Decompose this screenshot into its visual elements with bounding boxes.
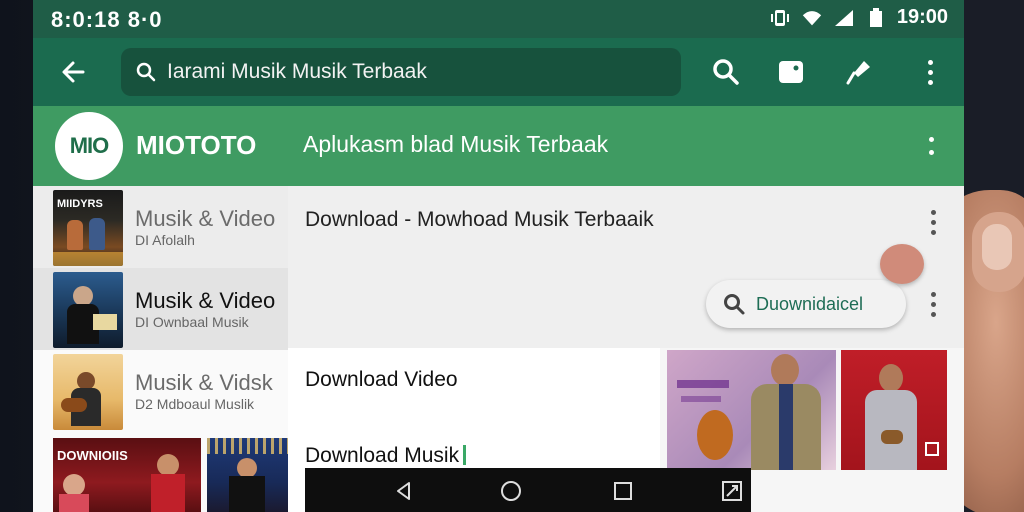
album-thumbnail [53, 354, 123, 430]
brand-tagline: Aplukasm blad Musik Terbaak [303, 131, 609, 157]
thumbnail-caption: MIIDYRS [57, 198, 103, 210]
album-thumbnail: MIIDYRS [53, 190, 123, 266]
list-item-title: Musik & Video [135, 288, 276, 313]
recents-square-icon [614, 482, 632, 500]
vibrate-icon [769, 7, 791, 29]
content-menu-button[interactable] [923, 208, 943, 236]
download-video-label: Download Video [305, 368, 458, 391]
system-nav-bar [305, 468, 751, 512]
list-item-title: Musik & Vidsk [135, 370, 273, 395]
sidebar-list: MIIDYRS Musik & Video DI Afolalh Musik &… [33, 186, 289, 512]
nav-recents-button[interactable] [608, 476, 638, 506]
home-circle-icon [501, 481, 521, 501]
download-video-option[interactable]: Download Video [305, 368, 458, 392]
folder-icon [779, 61, 803, 83]
battery-icon [865, 7, 887, 29]
wifi-icon [801, 7, 823, 29]
logo-text: MIO [69, 133, 110, 158]
content-top: Download - Mowhoad Musik Terbaaik Duowni… [288, 186, 964, 348]
brand-menu-button[interactable] [919, 130, 943, 162]
search-icon [724, 294, 745, 315]
search-icon [713, 59, 739, 85]
list-item[interactable]: Musik & Vidsk D2 Mdboaul Muslik [33, 350, 288, 434]
folder-button[interactable] [771, 52, 811, 92]
content-title: Download - Mowhoad Musik Terbaaik [305, 208, 654, 231]
back-arrow-icon [62, 61, 85, 83]
album-poster[interactable] [667, 350, 836, 470]
list-item-subtitle: DI Ownbaal Musik [135, 314, 249, 330]
back-button[interactable] [53, 52, 93, 92]
thumbnail-nail-background [982, 224, 1012, 270]
list-item-subtitle: D2 Mdboaul Muslik [135, 396, 255, 412]
app-bar: Iarami Musik Musik Terbaak [33, 38, 964, 106]
phone-screen: 8:0:18 8·0 19:00 Iarami Musik Musik Terb… [33, 0, 964, 512]
nav-screenshot-button[interactable] [717, 476, 747, 506]
album-poster[interactable] [207, 438, 289, 512]
screenshot-icon [722, 481, 742, 501]
mic-icon [846, 61, 870, 85]
more-vert-button[interactable] [910, 52, 950, 92]
list-item-subtitle: DI Afolalh [135, 232, 195, 248]
download-music-option[interactable]: Download Musik [305, 444, 467, 468]
text-cursor [463, 445, 467, 465]
content-panel: Download - Mowhoad Musik Terbaaik Duowni… [288, 186, 964, 512]
search-button[interactable] [706, 52, 746, 92]
signal-icon [833, 7, 855, 29]
nav-back-button[interactable] [389, 476, 419, 506]
album-poster[interactable]: DOWNIOIIS [53, 438, 201, 512]
list-item[interactable]: MIIDYRS Musik & Video DI Afolalh [33, 186, 288, 270]
download-button-label: Duownidaicel [756, 293, 864, 314]
app-logo: MIO [55, 112, 123, 180]
list-item-title: Musik & Video [135, 206, 276, 231]
back-triangle-icon [397, 482, 410, 500]
poster-caption: DOWNIOIIS [57, 448, 128, 463]
list-item-selected[interactable]: Musik & Video DI Ownbaal Musik [33, 268, 288, 352]
nav-home-button[interactable] [496, 476, 526, 506]
mic-button[interactable] [839, 52, 879, 92]
search-icon [136, 62, 156, 82]
more-vert-icon [927, 59, 933, 85]
status-time-right: 19:00 [896, 6, 948, 28]
chip-menu-button[interactable] [923, 290, 943, 318]
download-music-label: Download Musik [305, 444, 460, 467]
album-poster[interactable] [841, 350, 947, 470]
touch-indicator [880, 244, 924, 284]
album-thumbnail [53, 272, 123, 348]
brand-bar: MIO MIOTOTO Aplukasm blad Musik Terbaak [33, 106, 964, 186]
status-bar: 8:0:18 8·0 19:00 [33, 0, 964, 38]
search-query-text: Iarami Musik Musik Terbaak [167, 60, 427, 83]
search-input[interactable]: Iarami Musik Musik Terbaak [121, 48, 681, 96]
status-icons: 19:00 [769, 6, 948, 29]
brand-name: MIOTOTO [136, 130, 257, 160]
status-time-left: 8:0:18 8·0 [51, 7, 163, 32]
download-button[interactable]: Duownidaicel [706, 280, 906, 328]
poster-row: DOWNIOIIS [33, 432, 289, 512]
